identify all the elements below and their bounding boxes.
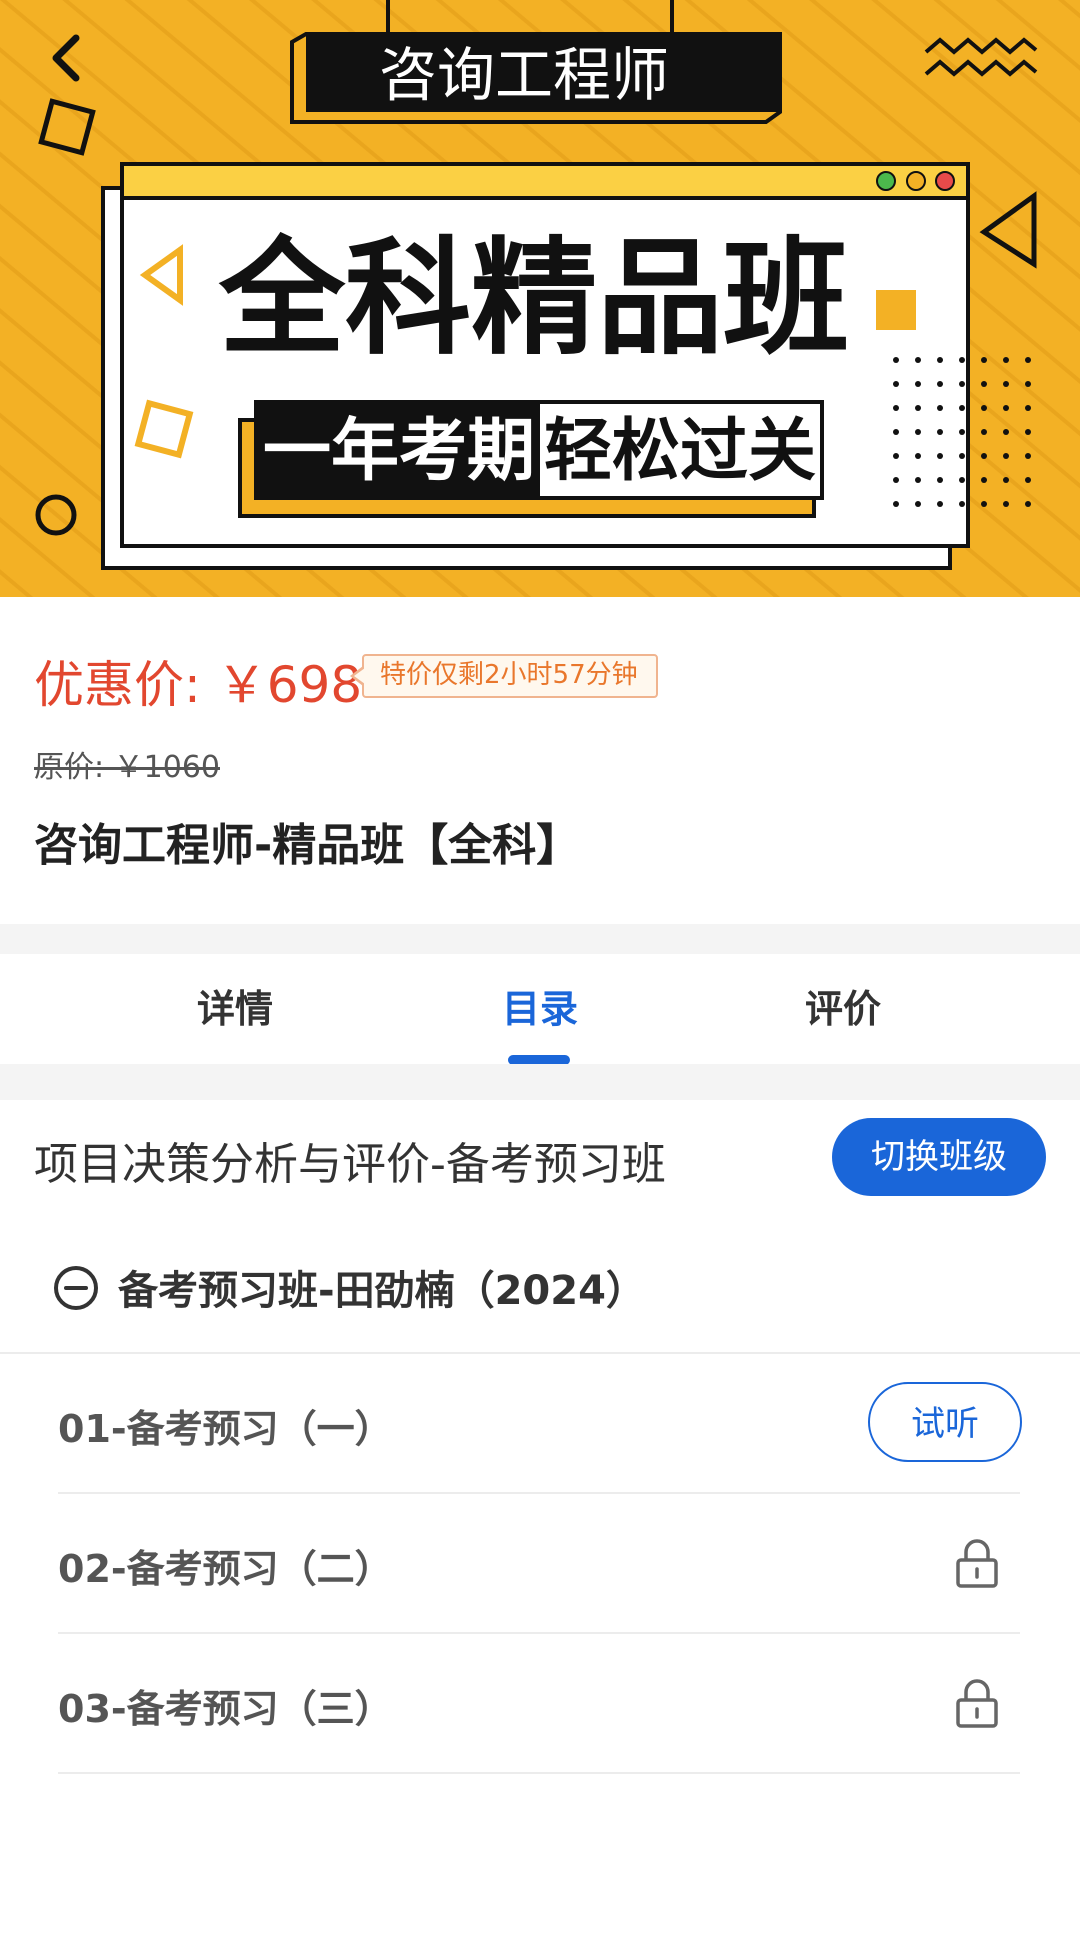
lesson-title: 01-备考预习（一）	[58, 1407, 393, 1451]
promo-price: 优惠价: ￥698	[34, 656, 363, 714]
switch-class-button[interactable]: 切换班级	[832, 1118, 1046, 1196]
tab-catalog[interactable]: 目录	[440, 954, 640, 1064]
lesson-item[interactable]: 03-备考预习（三）	[58, 1634, 1020, 1774]
tab-reviews[interactable]: 评价	[743, 954, 943, 1064]
lesson-title: 02-备考预习（二）	[58, 1547, 393, 1591]
chapter-group-title: 备考预习班-田劭楠（2024）	[118, 1268, 646, 1314]
lesson-title: 03-备考预习（三）	[58, 1687, 393, 1731]
banner-top-label: 咨询工程师	[379, 41, 669, 109]
chapter-group[interactable]: 备考预习班-田劭楠（2024）	[0, 1232, 1080, 1354]
collapse-minus-icon[interactable]	[52, 1264, 100, 1312]
banner-sub-left: 一年考期	[263, 412, 535, 491]
chevron-left-icon	[52, 34, 80, 82]
lesson-item[interactable]: 02-备考预习（二）	[58, 1494, 1020, 1634]
section-divider	[0, 924, 1080, 954]
original-price: 原价: ￥1060	[34, 750, 220, 785]
lesson-item[interactable]: 01-备考预习（一） 试听	[58, 1354, 1022, 1494]
class-name: 项目决策分析与评价-备考预习班	[34, 1139, 666, 1190]
countdown-badge: 特价仅剩2小时57分钟	[350, 654, 658, 698]
course-banner: 咨询工程师 全科精品班 一年考期 轻松过关	[0, 0, 1080, 597]
banner-headline: 全科精品班	[218, 225, 849, 372]
tab-details[interactable]: 详情	[135, 954, 335, 1064]
banner-illustration: 咨询工程师 全科精品班 一年考期 轻松过关	[0, 0, 1080, 597]
back-button[interactable]	[38, 28, 98, 88]
course-title: 咨询工程师-精品班【全科】	[34, 820, 581, 871]
tab-bar: 详情 目录 评价	[0, 954, 1080, 1064]
lock-icon	[956, 1679, 998, 1728]
class-header: 项目决策分析与评价-备考预习班 切换班级	[0, 1100, 1080, 1210]
banner-sub-right: 轻松过关	[544, 412, 816, 491]
lock-icon	[956, 1539, 998, 1588]
section-divider	[0, 1064, 1080, 1100]
trial-listen-button[interactable]: 试听	[868, 1382, 1022, 1462]
price-section: 优惠价: ￥698 特价仅剩2小时57分钟 原价: ￥1060 咨询工程师-精品…	[0, 597, 1080, 924]
